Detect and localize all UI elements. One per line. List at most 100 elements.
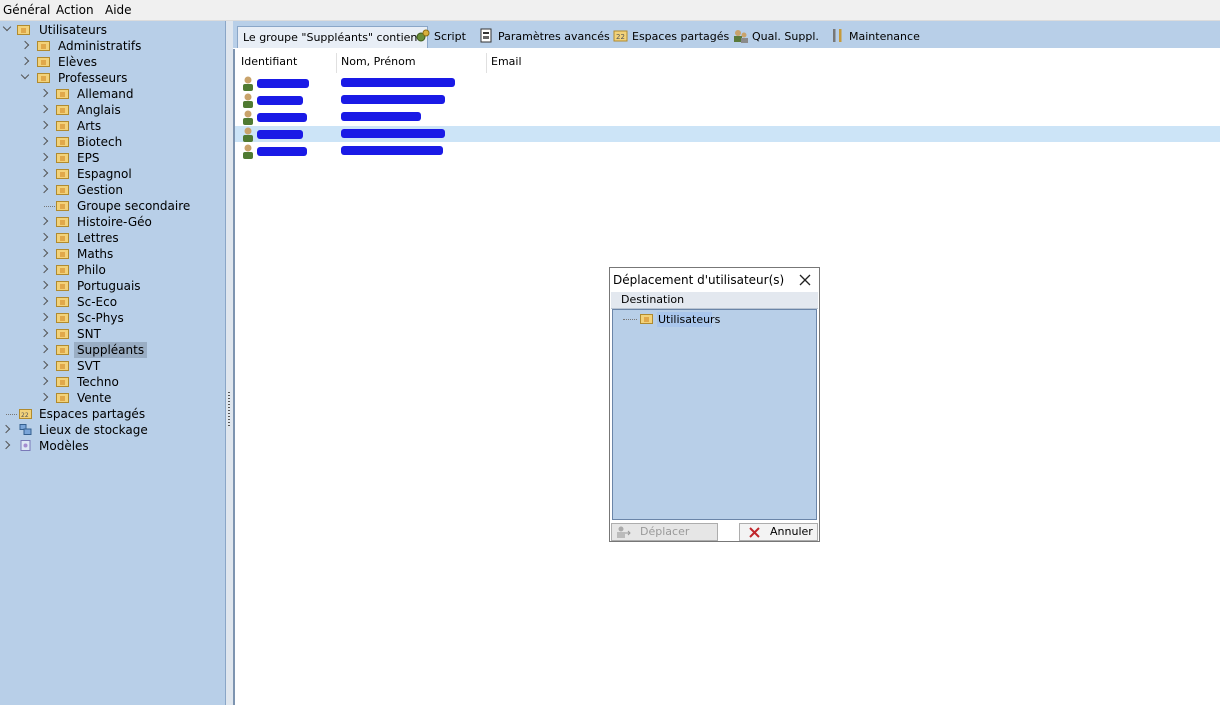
folder-icon [56,89,69,99]
column-header-id[interactable]: Identifiant [241,55,297,68]
chevron-right-icon[interactable] [39,248,49,258]
table-row[interactable] [235,75,1220,91]
move-button[interactable]: Déplacer [611,523,718,541]
chevron-right-icon[interactable] [20,56,30,66]
tree-item-subject[interactable]: SVT [0,358,220,374]
tree-item-subject[interactable]: Anglais [0,102,220,118]
chevron-right-icon[interactable] [39,360,49,370]
chevron-right-icon[interactable] [1,424,11,434]
tree-item-subject[interactable]: Techno [0,374,220,390]
chevron-right-icon[interactable] [39,264,49,274]
menu-general[interactable]: Général [3,3,50,17]
tree-item-subject[interactable]: Sc-Phys [0,310,220,326]
tree-item-lieux-stockage[interactable]: Lieux de stockage [0,422,220,438]
chevron-right-icon[interactable] [39,392,49,402]
table-row[interactable] [235,92,1220,108]
close-icon[interactable] [799,274,811,286]
splitter-grip[interactable] [228,392,230,428]
tree-item-subject[interactable]: Portuguais [0,278,220,294]
tree-item-utilisateurs[interactable]: Utilisateurs [0,22,220,38]
chevron-right-icon[interactable] [39,216,49,226]
cancel-button[interactable]: Annuler [739,523,818,541]
table-row[interactable] [235,143,1220,159]
tree-item-modeles[interactable]: Modèles [0,438,220,454]
tab-group-contents[interactable]: Le groupe "Suppléants" contient [237,26,428,48]
cancel-x-icon [749,527,760,538]
chevron-right-icon[interactable] [39,328,49,338]
table-row-selected[interactable] [235,126,1220,142]
tab-script[interactable]: Script [415,26,466,48]
chevron-right-icon[interactable] [1,440,11,450]
tree-item-subject[interactable]: Espagnol [0,166,220,182]
column-separator[interactable] [486,53,487,73]
destination-node-utilisateurs[interactable]: Utilisateurs [657,312,720,327]
chevron-right-icon[interactable] [39,312,49,322]
chevron-right-icon[interactable] [20,40,30,50]
chevron-down-icon[interactable] [2,22,12,32]
tab-qual-suppl[interactable]: Qual. Suppl. [733,26,819,48]
tree-item-administratifs[interactable]: Administratifs [0,38,220,54]
folder-icon [56,297,69,307]
tab-shared-spaces[interactable]: 22 Espaces partagés [613,26,729,48]
tree-item-subject[interactable]: Gestion [0,182,220,198]
tree-item-eleves[interactable]: Elèves [0,54,220,70]
chevron-right-icon[interactable] [39,296,49,306]
menu-action[interactable]: Action [56,3,94,17]
destination-tree[interactable]: Utilisateurs [612,309,817,520]
tab-maintenance[interactable]: Maintenance [830,26,920,48]
folder-icon [56,361,69,371]
tree-item-subject[interactable]: Lettres [0,230,220,246]
chevron-right-icon[interactable] [39,104,49,114]
tree-item-subject[interactable]: Sc-Eco [0,294,220,310]
tree-item-subject[interactable]: Vente [0,390,220,406]
chevron-right-icon[interactable] [39,376,49,386]
tree-item-subject[interactable]: Histoire-Géo [0,214,220,230]
user-icon [243,76,253,91]
tree-item-subject[interactable]: EPS [0,150,220,166]
chevron-right-icon[interactable] [39,280,49,290]
folder-icon [56,393,69,403]
column-separator[interactable] [336,53,337,73]
move-users-icon [617,526,631,538]
tree-item-label: Philo [77,263,106,277]
tree-item-professeurs[interactable]: Professeurs [0,70,220,86]
tree-item-label: Sc-Phys [77,311,124,325]
tree-item-label: SNT [77,327,101,341]
shared-space-icon: 22 [613,30,628,42]
chevron-right-icon[interactable] [39,184,49,194]
tree-item-label: Lieux de stockage [39,423,148,437]
chevron-down-icon[interactable] [20,70,30,80]
tree-item-label: Anglais [77,103,121,117]
column-header-name[interactable]: Nom, Prénom [341,55,416,68]
splitter[interactable] [226,21,233,705]
column-header-email[interactable]: Email [491,55,522,68]
tree-item-subject[interactable]: Maths [0,246,220,262]
chevron-right-icon[interactable] [39,120,49,130]
tree-item-subject[interactable]: Arts [0,118,220,134]
tree-item-label: Vente [77,391,112,405]
chevron-right-icon[interactable] [39,168,49,178]
tree-item-subject[interactable]: Biotech [0,134,220,150]
storage-icon [19,424,32,435]
tree-item-label: Maths [77,247,114,261]
chevron-right-icon[interactable] [39,232,49,242]
chevron-right-icon[interactable] [39,136,49,146]
tree-item-subject[interactable]: Allemand [0,86,220,102]
tree-item-subject[interactable]: Groupe secondaire [0,198,220,214]
tree-item-subject[interactable]: Suppléants [0,342,220,358]
tab-label: Qual. Suppl. [752,30,819,43]
node-label: Utilisateurs [658,313,721,326]
table-row[interactable] [235,109,1220,125]
tab-label: Le groupe "Suppléants" contient [243,31,422,44]
menu-help[interactable]: Aide [105,3,132,17]
tab-advanced-settings[interactable]: Paramètres avancés [479,26,610,48]
chevron-right-icon[interactable] [39,344,49,354]
tree-item-espaces-partages[interactable]: 22 Espaces partagés [0,406,220,422]
chevron-right-icon[interactable] [39,152,49,162]
tree-item-subject[interactable]: Philo [0,262,220,278]
chevron-right-icon[interactable] [39,88,49,98]
folder-icon [56,217,69,227]
tree-item-label: Biotech [77,135,123,149]
tab-bar: Le groupe "Suppléants" contient Script P… [233,21,1220,48]
tree-item-subject[interactable]: SNT [0,326,220,342]
